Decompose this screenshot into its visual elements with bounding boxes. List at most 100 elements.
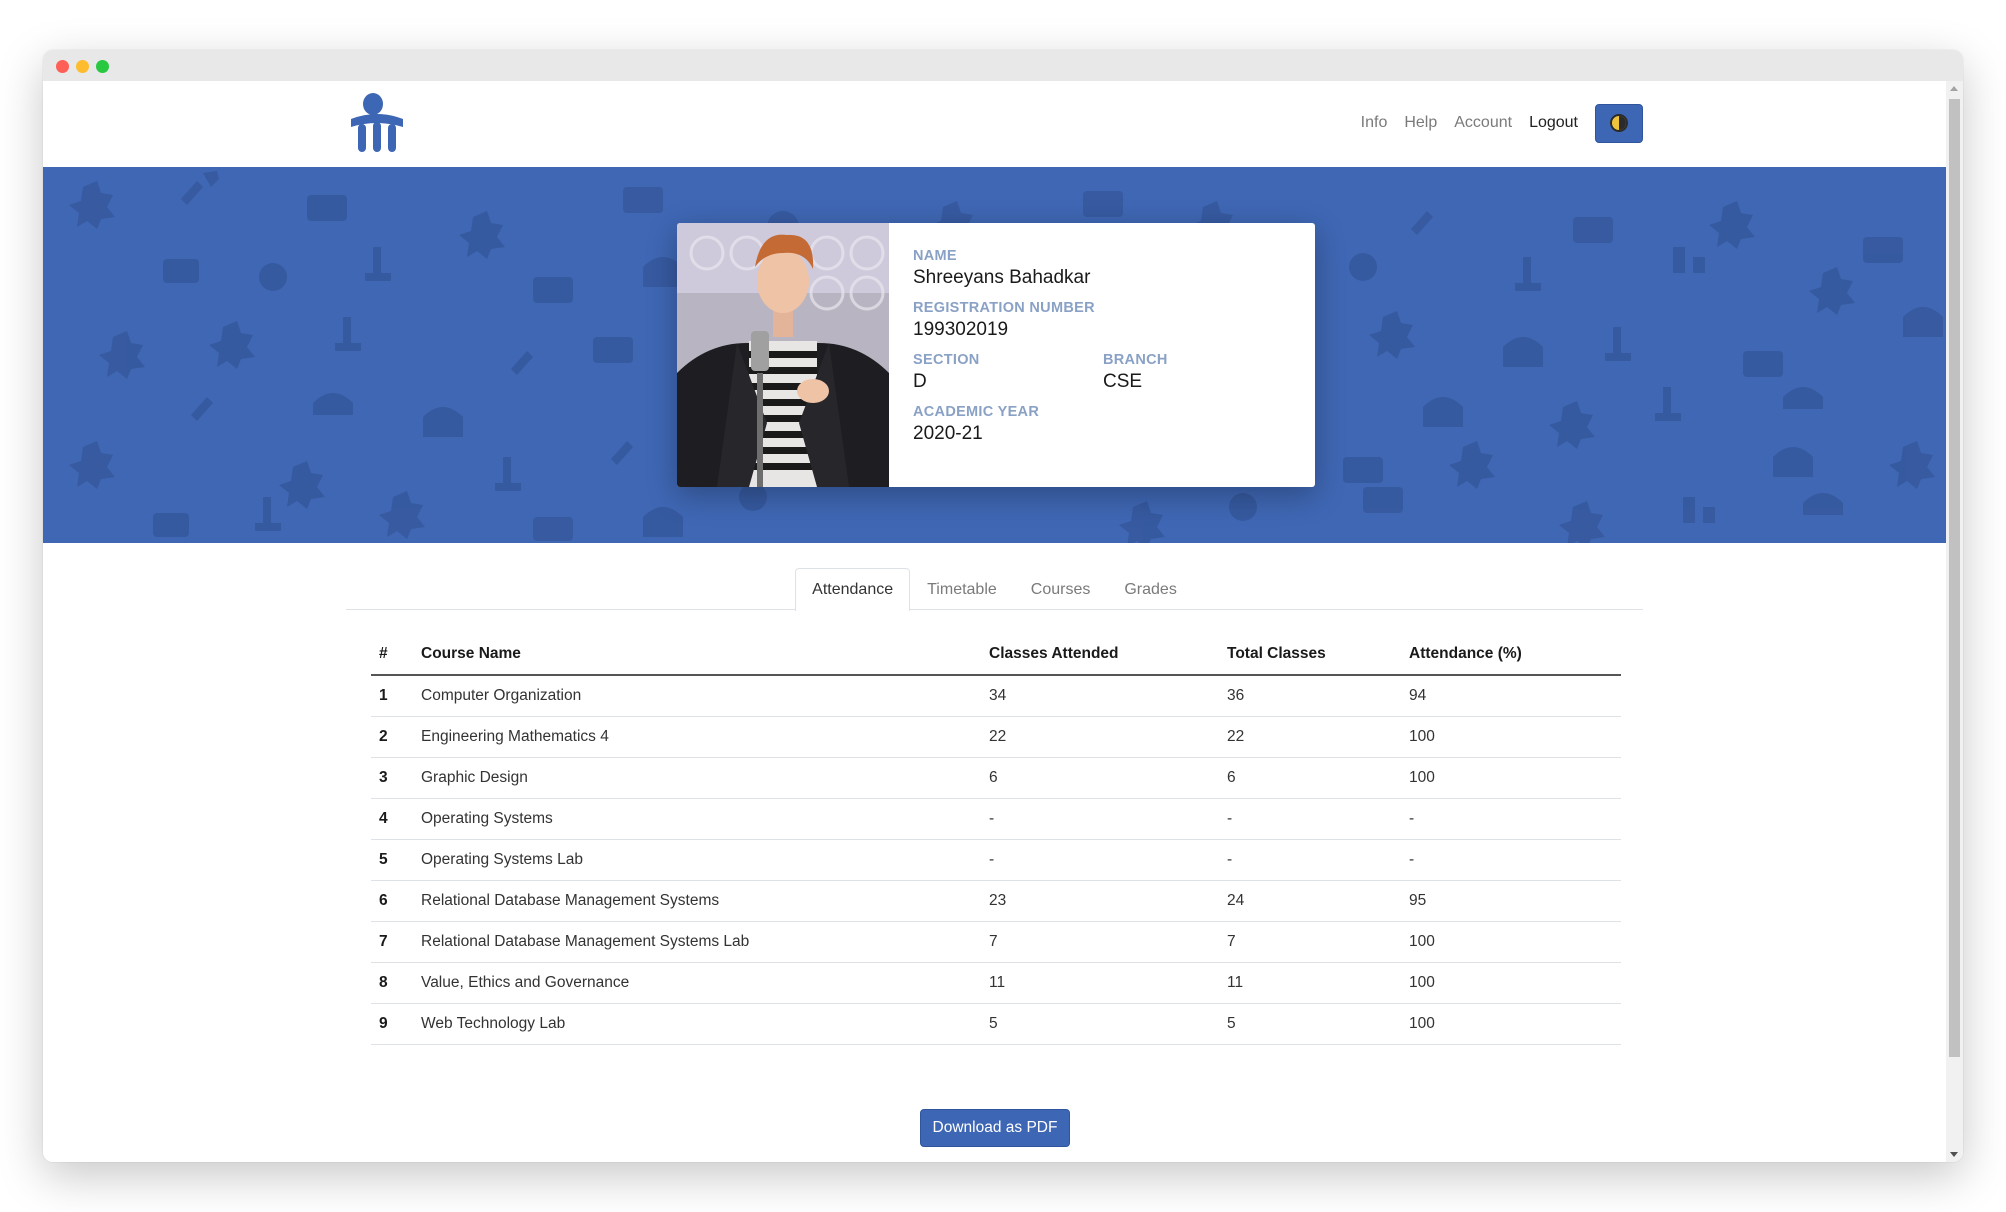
header-index: #: [371, 634, 413, 676]
branch-label: BRANCH: [1103, 352, 1168, 368]
tab-timetable[interactable]: Timetable: [910, 568, 1014, 610]
attendance-table-container: # Course Name Classes Attended Total Cla…: [371, 634, 1621, 1045]
total-classes: 5: [1219, 1003, 1401, 1045]
row-index: 8: [371, 962, 413, 1004]
scroll-down-icon[interactable]: [1950, 1152, 1958, 1157]
student-photo: [677, 223, 889, 487]
registration-label: REGISTRATION NUMBER: [913, 300, 1095, 316]
course-name: Web Technology Lab: [413, 1003, 981, 1045]
classes-attended: 6: [981, 757, 1219, 799]
tab-courses[interactable]: Courses: [1014, 568, 1108, 610]
classes-attended: -: [981, 839, 1219, 881]
page-viewport: Info Help Account Logout NAME Shreeyans …: [43, 81, 1946, 1162]
row-index: 7: [371, 921, 413, 963]
nav-link-help[interactable]: Help: [1404, 114, 1437, 132]
classes-attended: 34: [981, 675, 1219, 717]
course-name: Computer Organization: [413, 675, 981, 717]
name-label: NAME: [913, 248, 957, 264]
academic-year-label: ACADEMIC YEAR: [913, 404, 1040, 420]
row-index: 6: [371, 880, 413, 922]
header-attendance-percent: Attendance (%): [1401, 634, 1621, 676]
table-row: 5 Operating Systems Lab - - -: [371, 839, 1621, 881]
course-name: Engineering Mathematics 4: [413, 716, 981, 758]
row-index: 9: [371, 1003, 413, 1045]
course-name: Operating Systems: [413, 798, 981, 840]
classes-attended: 7: [981, 921, 1219, 963]
classes-attended: 5: [981, 1003, 1219, 1045]
total-classes: 7: [1219, 921, 1401, 963]
table-row: 9 Web Technology Lab 5 5 100: [371, 1003, 1621, 1045]
attendance-table-body: 1 Computer Organization 34 36 94 2 Engineering…: [371, 675, 1621, 1045]
maximize-window-icon[interactable]: [96, 60, 109, 73]
registration-number: 199302019: [913, 319, 1009, 340]
window-titlebar: [43, 50, 1963, 81]
close-window-icon[interactable]: [56, 60, 69, 73]
attendance-percent: 100: [1401, 921, 1621, 963]
attendance-percent: 94: [1401, 675, 1621, 717]
row-index: 3: [371, 757, 413, 799]
attendance-percent: -: [1401, 839, 1621, 881]
attendance-percent: 100: [1401, 962, 1621, 1004]
section-value: D: [913, 371, 927, 392]
classes-attended: -: [981, 798, 1219, 840]
browser-window: Info Help Account Logout NAME Shreeyans …: [43, 50, 1963, 1162]
course-name: Value, Ethics and Governance: [413, 962, 981, 1004]
total-classes: 11: [1219, 962, 1401, 1004]
course-name: Operating Systems Lab: [413, 839, 981, 881]
nav-link-logout[interactable]: Logout: [1529, 114, 1578, 132]
total-classes: 24: [1219, 880, 1401, 922]
nav-link-account[interactable]: Account: [1454, 114, 1512, 132]
table-header-row: # Course Name Classes Attended Total Cla…: [371, 634, 1621, 676]
header-classes-attended: Classes Attended: [981, 634, 1219, 676]
total-classes: -: [1219, 839, 1401, 881]
profile-banner: NAME Shreeyans Bahadkar REGISTRATION NUM…: [43, 167, 1946, 543]
scrollbar-thumb[interactable]: [1949, 99, 1960, 1057]
student-name: Shreeyans Bahadkar: [913, 267, 1091, 288]
tab-attendance[interactable]: Attendance: [795, 568, 911, 611]
attendance-percent: 95: [1401, 880, 1621, 922]
attendance-table: # Course Name Classes Attended Total Cla…: [371, 634, 1621, 1045]
branch-value: CSE: [1103, 371, 1143, 392]
nav-links: Info Help Account Logout: [1344, 103, 1643, 143]
row-index: 5: [371, 839, 413, 881]
row-index: 4: [371, 798, 413, 840]
total-classes: 36: [1219, 675, 1401, 717]
table-row: 7 Relational Database Management Systems …: [371, 921, 1621, 963]
total-classes: -: [1219, 798, 1401, 840]
classes-attended: 22: [981, 716, 1219, 758]
total-classes: 6: [1219, 757, 1401, 799]
theme-toggle-button[interactable]: [1595, 103, 1643, 143]
section-branch-row: SECTION D BRANCH CSE: [913, 351, 1293, 403]
row-index: 1: [371, 675, 413, 717]
table-row: 1 Computer Organization 34 36 94: [371, 675, 1621, 717]
total-classes: 22: [1219, 716, 1401, 758]
section-label: SECTION: [913, 352, 980, 368]
course-name: Graphic Design: [413, 757, 981, 799]
page-scrollbar[interactable]: [1946, 81, 1963, 1162]
table-row: 3 Graphic Design 6 6 100: [371, 757, 1621, 799]
classes-attended: 11: [981, 962, 1219, 1004]
header-course-name: Course Name: [413, 634, 981, 676]
table-row: 2 Engineering Mathematics 4 22 22 100: [371, 716, 1621, 758]
attendance-percent: -: [1401, 798, 1621, 840]
header-total-classes: Total Classes: [1219, 634, 1401, 676]
classes-attended: 23: [981, 880, 1219, 922]
table-row: 8 Value, Ethics and Governance 11 11 100: [371, 962, 1621, 1004]
row-index: 2: [371, 716, 413, 758]
course-name: Relational Database Management Systems: [413, 880, 981, 922]
scroll-up-icon[interactable]: [1950, 86, 1958, 91]
student-profile-card: NAME Shreeyans Bahadkar REGISTRATION NUM…: [677, 223, 1315, 487]
table-row: 6 Relational Database Management Systems 2…: [371, 880, 1621, 922]
attendance-percent: 100: [1401, 1003, 1621, 1045]
download-pdf-button[interactable]: Download as PDF: [920, 1109, 1070, 1147]
nav-link-info[interactable]: Info: [1361, 114, 1388, 132]
attendance-percent: 100: [1401, 716, 1621, 758]
moon-icon: [1610, 114, 1628, 132]
tab-grades[interactable]: Grades: [1107, 568, 1193, 610]
minimize-window-icon[interactable]: [76, 60, 89, 73]
navbar: Info Help Account Logout: [43, 81, 1946, 167]
app-logo-icon[interactable]: [349, 93, 405, 155]
academic-year-value: 2020-21: [913, 423, 983, 444]
table-row: 4 Operating Systems - - -: [371, 798, 1621, 840]
course-name: Relational Database Management Systems L…: [413, 921, 981, 963]
